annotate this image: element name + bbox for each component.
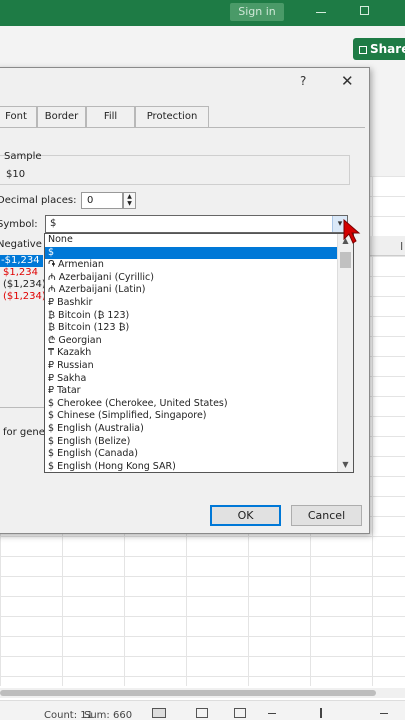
sign-in-button[interactable]: Sign in [230, 3, 284, 21]
description-text: for gene [3, 427, 45, 438]
dropdown-item[interactable]: ₼ Azerbaijani (Cyrillic) [45, 272, 338, 285]
negative-numbers-list[interactable]: -$1,234 $1,234 ($1,234) ($1,234) [0, 255, 46, 303]
tab-protection[interactable]: Protection [135, 106, 209, 127]
symbol-select[interactable]: $ ▾ [45, 215, 348, 233]
horizontal-scrollbar[interactable] [0, 688, 405, 698]
dropdown-item[interactable]: ₾ Georgian [45, 335, 338, 348]
divider [0, 407, 45, 408]
help-button[interactable]: ? [300, 74, 306, 88]
tab-border[interactable]: Border [37, 106, 86, 127]
ok-button[interactable]: OK [210, 505, 281, 526]
dropdown-item[interactable]: ֏ Armenian [45, 259, 338, 272]
dropdown-item[interactable]: ₸ Kazakh [45, 347, 338, 360]
dropdown-item[interactable]: ₼ Azerbaijani (Latin) [45, 284, 338, 297]
tab-font[interactable]: Font [0, 106, 37, 127]
scrollbar-thumb[interactable] [0, 690, 376, 696]
dropdown-item[interactable]: $ Chinese (Simplified, Singapore) [45, 410, 338, 423]
dropdown-item[interactable]: ₿ Bitcoin (123 ₿) [45, 322, 338, 335]
status-sum: Sum: 660 [84, 710, 133, 720]
negative-option[interactable]: ($1,234) [0, 291, 46, 303]
symbol-select-value: $ [50, 218, 57, 229]
sample-label: Sample [4, 151, 42, 162]
dropdown-scrollbar[interactable]: ▲ ▼ [337, 234, 353, 472]
column-header[interactable]: I [370, 236, 405, 256]
dropdown-scroll-thumb[interactable] [340, 252, 351, 268]
page-break-view-icon[interactable] [234, 708, 246, 718]
dropdown-item[interactable]: None [45, 234, 338, 247]
negative-numbers-label: Negative [0, 239, 42, 250]
dropdown-item[interactable]: $ English (Hong Kong SAR) [45, 461, 338, 472]
normal-view-icon[interactable] [152, 708, 166, 718]
dropdown-item[interactable]: $ English (Australia) [45, 423, 338, 436]
zoom-in-icon[interactable] [380, 713, 388, 714]
dropdown-item[interactable]: ₽ Bashkir [45, 297, 338, 310]
chevron-down-icon[interactable]: ▼ [338, 458, 353, 472]
decimal-places-label: Decimal places: [0, 195, 77, 206]
zoom-out-icon[interactable] [268, 713, 276, 714]
zoom-slider[interactable] [320, 708, 322, 718]
negative-option[interactable]: -$1,234 [0, 255, 43, 267]
dropdown-item[interactable]: $ Cherokee (Cherokee, United States) [45, 398, 338, 411]
sample-value: $10 [6, 169, 26, 180]
dropdown-item[interactable]: $ English (Canada) [45, 448, 338, 461]
sample-box [0, 155, 350, 185]
dropdown-item[interactable]: ₽ Russian [45, 360, 338, 373]
cancel-button[interactable]: Cancel [291, 505, 362, 526]
negative-option[interactable]: ($1,234) [0, 279, 46, 291]
dropdown-item[interactable]: ₿ Bitcoin (₿ 123) [45, 310, 338, 323]
dropdown-items: None $ ֏ Armenian ₼ Azerbaijani (Cyrilli… [45, 234, 338, 472]
page-layout-view-icon[interactable] [196, 708, 208, 718]
decimal-places-input[interactable]: 0 [81, 192, 123, 209]
status-bar: Count: 11 Sum: 660 [0, 700, 405, 720]
close-button[interactable]: ✕ [341, 72, 354, 90]
negative-option[interactable]: $1,234 [0, 267, 43, 279]
minimize-icon[interactable] [316, 12, 326, 13]
dropdown-item[interactable]: ₽ Sakha [45, 373, 338, 386]
share-button[interactable]: Share [353, 38, 405, 60]
share-label: Share [370, 42, 405, 56]
cursor-arrow-icon [343, 219, 361, 244]
symbol-dropdown-list[interactable]: None $ ֏ Armenian ₼ Azerbaijani (Cyrilli… [44, 233, 354, 473]
column-header-label: I [400, 240, 404, 253]
dropdown-item[interactable]: $ English (Belize) [45, 436, 338, 449]
title-bar: Sign in [0, 0, 405, 26]
restore-icon[interactable] [360, 6, 369, 15]
share-icon [359, 46, 367, 54]
symbol-label: Symbol: [0, 219, 38, 230]
dropdown-item-selected[interactable]: $ [45, 246, 338, 260]
dropdown-item[interactable]: ₽ Tatar [45, 385, 338, 398]
tab-fill[interactable]: Fill [86, 106, 135, 127]
tab-strip: Font Border Fill Protection [0, 106, 371, 127]
decimal-places-spinner[interactable]: ▲ ▼ [123, 192, 136, 209]
